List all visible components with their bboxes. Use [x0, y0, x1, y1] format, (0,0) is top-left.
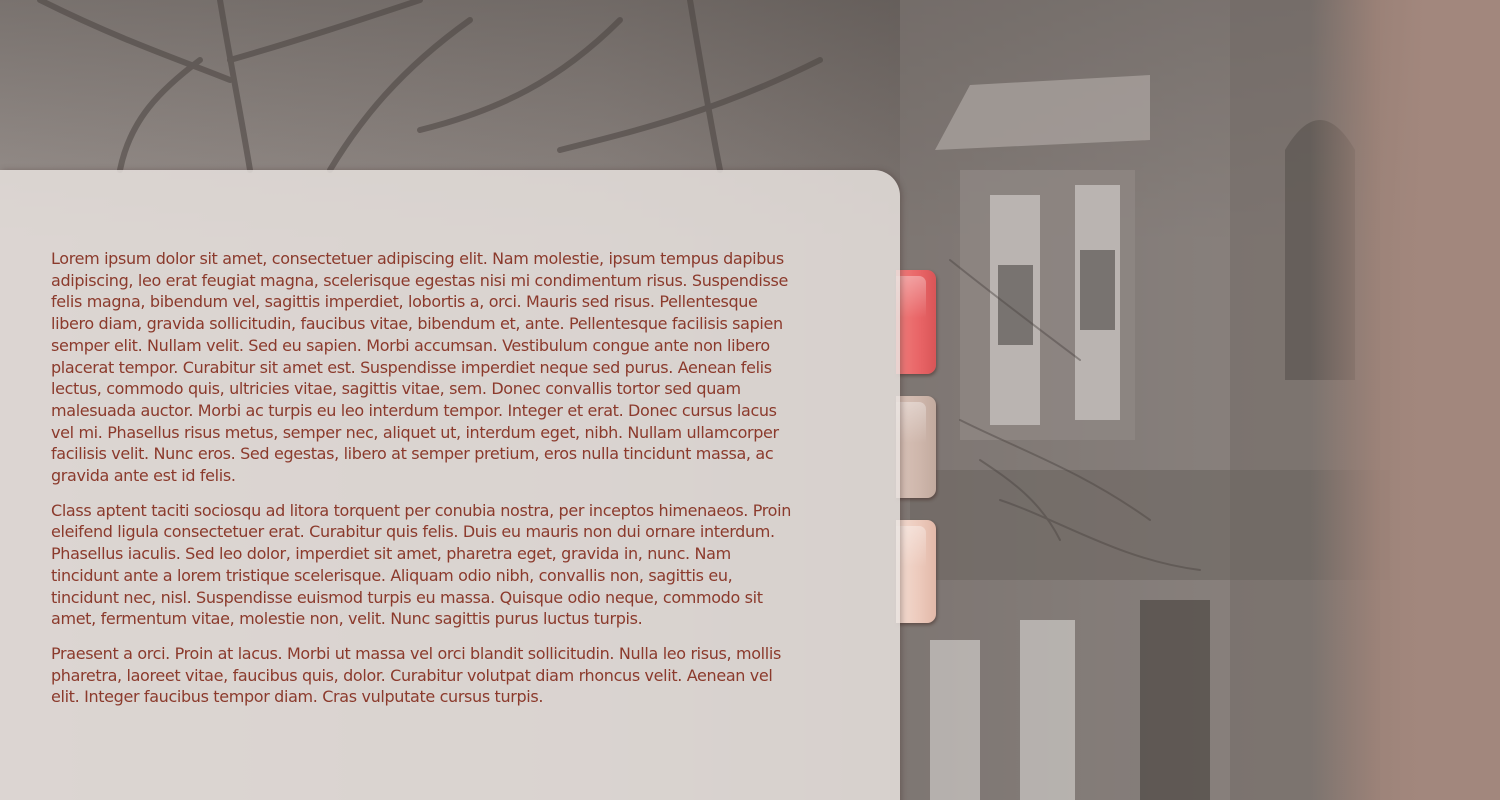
- tab-2[interactable]: [896, 396, 936, 498]
- page: Lorem ipsum dolor sit amet, consectetuer…: [0, 0, 1500, 800]
- right-sidebar-fade: [1310, 0, 1500, 800]
- paragraph-3: Praesent a orci. Proin at lacus. Morbi u…: [51, 643, 781, 707]
- paragraph-1: Lorem ipsum dolor sit amet, consectetuer…: [51, 249, 788, 486]
- paragraph-2: Class aptent taciti sociosqu ad litora t…: [51, 500, 791, 629]
- tab-3[interactable]: [896, 520, 936, 623]
- tab-1[interactable]: [896, 270, 936, 374]
- content-panel: Lorem ipsum dolor sit amet, consectetuer…: [0, 170, 900, 800]
- content-text: Lorem ipsum dolor sit amet, consectetuer…: [51, 248, 803, 721]
